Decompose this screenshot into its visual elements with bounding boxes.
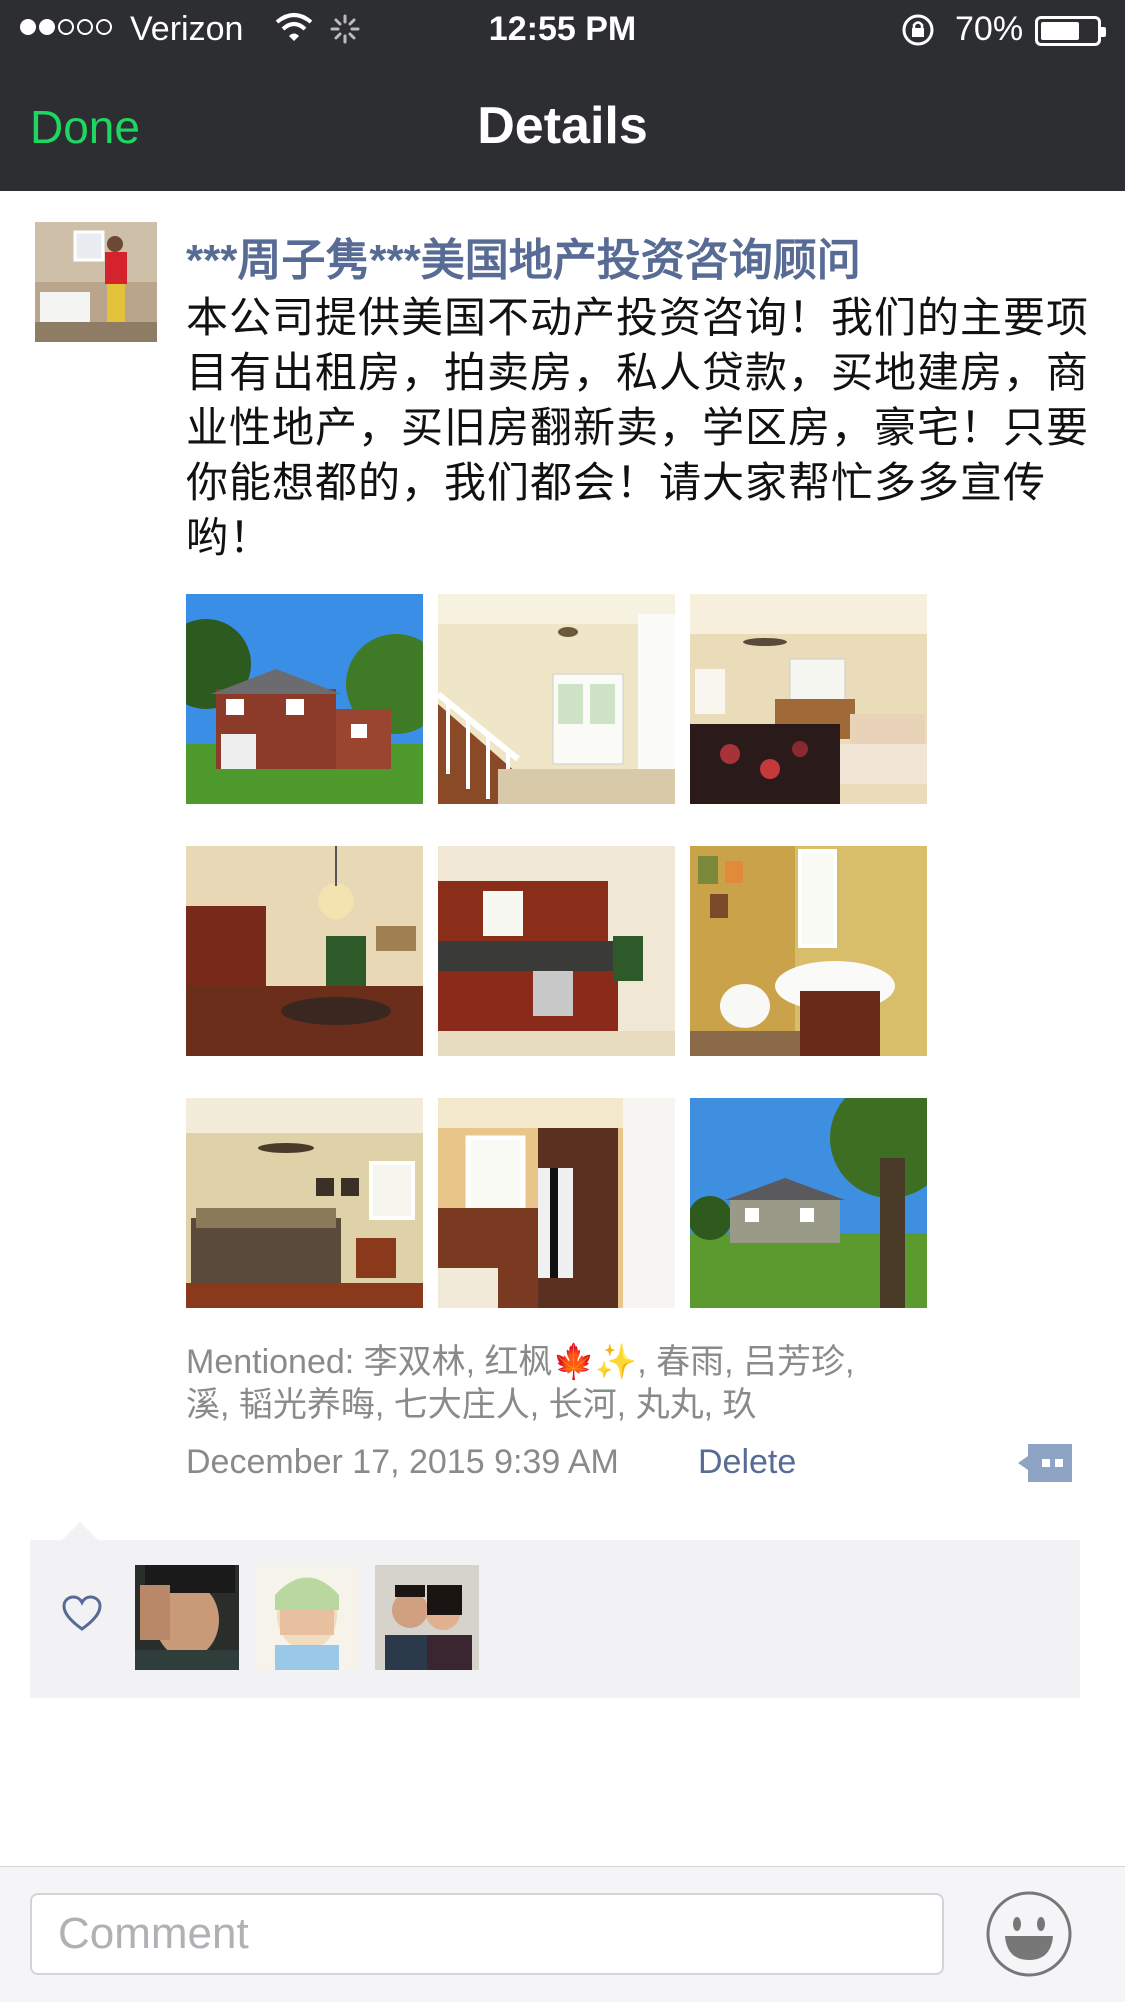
comment-menu-icon[interactable]: [1016, 1442, 1074, 1484]
comment-bar: [0, 1866, 1125, 2002]
battery-percent: 70%: [955, 10, 1024, 48]
comment-input[interactable]: [30, 1893, 944, 1975]
mentioned-line-1: Mentioned: 李双林, 红枫🍁✨, 春雨, 吕芳珍,: [186, 1343, 855, 1381]
photo-dining-kitchen[interactable]: [186, 846, 423, 1056]
photo-house-exterior-back[interactable]: [690, 1098, 927, 1308]
liker-avatar-2[interactable]: [255, 1565, 359, 1670]
liker-avatar-3[interactable]: [375, 1565, 479, 1670]
heart-icon: [62, 1595, 102, 1631]
photo-bedroom[interactable]: [186, 1098, 423, 1308]
author-avatar[interactable]: [35, 222, 157, 342]
post-author-name[interactable]: ***周子隽***美国地产投资咨询顾问: [186, 224, 861, 288]
photo-living-room[interactable]: [690, 594, 927, 804]
mentioned-list[interactable]: Mentioned: 李双林, 红枫🍁✨, 春雨, 吕芳珍, 溪, 韬光养晦, …: [186, 1341, 946, 1427]
photo-kitchen[interactable]: [438, 846, 675, 1056]
smiley-icon[interactable]: [985, 1890, 1073, 1978]
photo-entry-staircase[interactable]: [438, 594, 675, 804]
post-timestamp: December 17, 2015 9:39 AM: [186, 1443, 619, 1481]
post-text: 本公司提供美国不动产投资咨询！我们的主要项目有出租房，拍卖房，私人贷款，买地建房…: [186, 294, 1090, 561]
photo-bathroom-tub[interactable]: [438, 1098, 675, 1308]
mentioned-line-2: 溪, 韬光养晦, 七大庄人, 长河, 丸丸, 玖: [186, 1386, 757, 1424]
liker-avatar-1[interactable]: [135, 1565, 239, 1670]
rotation-lock-icon: [902, 14, 934, 46]
photo-bathroom-sink[interactable]: [690, 846, 927, 1056]
photo-house-exterior-front[interactable]: [186, 594, 423, 804]
likes-pointer: [62, 1522, 98, 1540]
top-bar: Verizon 12:55 PM 70% Done Details: [0, 0, 1125, 191]
likes-panel: [30, 1540, 1080, 1698]
page-title: Details: [477, 97, 648, 155]
status-bar: Verizon 12:55 PM 70%: [0, 0, 1125, 60]
battery-icon: [1035, 16, 1106, 46]
delete-button[interactable]: Delete: [698, 1443, 796, 1482]
